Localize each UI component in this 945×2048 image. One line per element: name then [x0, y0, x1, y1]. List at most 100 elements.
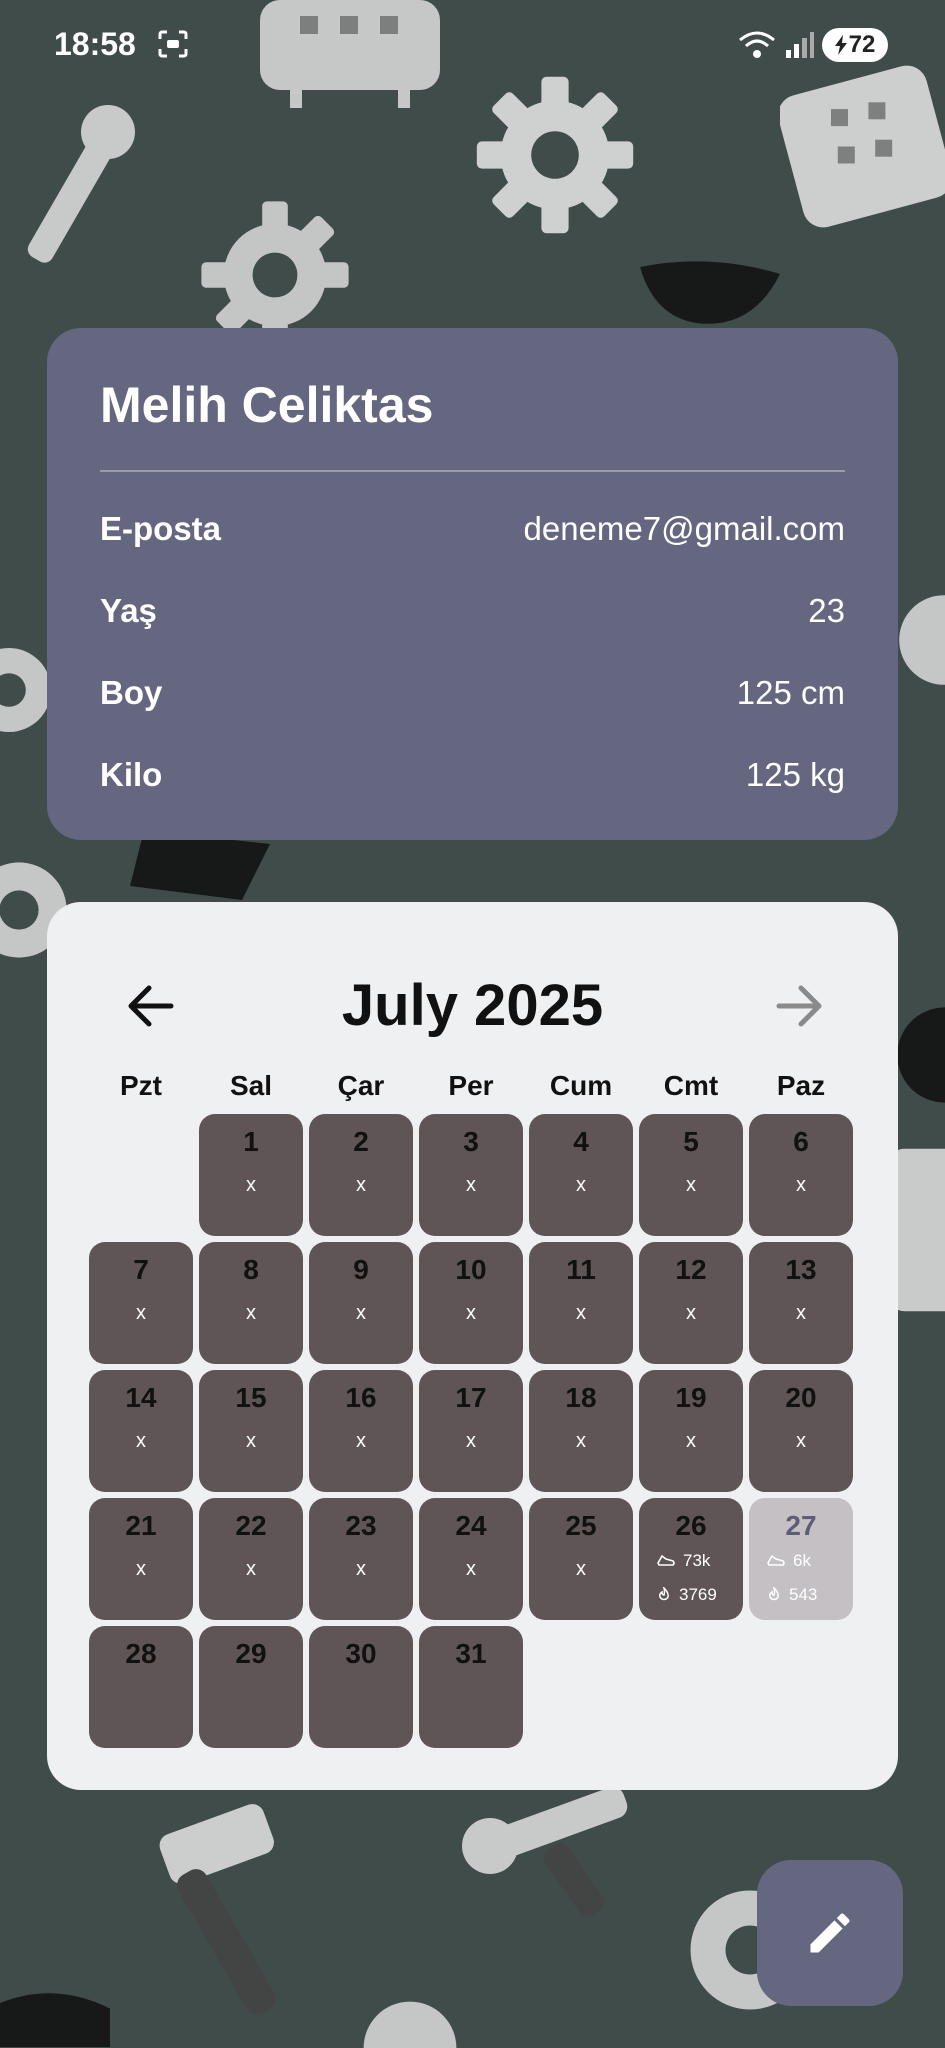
day-mark: x [576, 1174, 586, 1196]
day-number: 15 [235, 1382, 267, 1413]
shape-decoration-icon [640, 261, 780, 324]
calendar-day[interactable]: 12 x [639, 1242, 743, 1364]
calendar-day[interactable]: 14 x [89, 1370, 193, 1492]
profile-divider [100, 470, 845, 472]
day-number: 9 [353, 1254, 369, 1285]
day-mark: x [796, 1430, 806, 1452]
day-number: 11 [566, 1254, 596, 1285]
calendar-day[interactable]: 25 x [529, 1498, 633, 1620]
signal-icon [786, 32, 814, 58]
day-number: 5 [683, 1126, 699, 1157]
day-number: 22 [235, 1510, 267, 1541]
calendar-day[interactable]: 1x [199, 1114, 303, 1236]
day-number: 10 [455, 1254, 487, 1285]
battery-indicator: 72 [822, 28, 888, 62]
day-mark: x [246, 1558, 256, 1580]
day-mark: x [246, 1430, 256, 1452]
profile-row-weight: Kilo 125 kg [100, 756, 845, 800]
profile-row-height: Boy 125 cm [100, 674, 845, 718]
calendar-day[interactable]: 28 [89, 1626, 193, 1748]
day-number: 21 [125, 1510, 157, 1541]
profile-card: Melih Celiktas E-posta deneme7@gmail.com… [47, 328, 898, 840]
calendar-day[interactable]: 21 x [89, 1498, 193, 1620]
day-number: 19 [675, 1382, 707, 1413]
calendar-day[interactable]: 7x [89, 1242, 193, 1364]
calendar-day[interactable]: 23 x [309, 1498, 413, 1620]
day-mark: x [356, 1558, 366, 1580]
calendar-day[interactable]: 2x [309, 1114, 413, 1236]
weekday-label: Per [448, 1070, 494, 1101]
day-number: 20 [785, 1382, 817, 1413]
calendar-day[interactable]: 17 x [419, 1370, 523, 1492]
gear-decoration-icon [363, 2001, 457, 2048]
calendar-day[interactable]: 6x [749, 1114, 853, 1236]
day-number: 17 [455, 1382, 487, 1413]
calendar-day[interactable]: 8x [199, 1242, 303, 1364]
weekday-header: Pzt Sal Çar Per Cum Cmt Paz [89, 1070, 859, 1110]
day-number: 27 [785, 1510, 817, 1541]
calendar-day[interactable]: 16 x [309, 1370, 413, 1492]
shape-decoration-icon [130, 830, 270, 900]
calendar-day[interactable]: 11 x [529, 1242, 633, 1364]
day-mark: x [246, 1174, 256, 1196]
calendar-day[interactable]: 15 x [199, 1370, 303, 1492]
calendar-day-today[interactable]: 27 6k 543 [749, 1498, 853, 1620]
profile-row-label: E-posta [100, 510, 222, 547]
calendar-day[interactable]: 5x [639, 1114, 743, 1236]
day-number: 2 [353, 1126, 369, 1157]
day-number: 23 [345, 1510, 377, 1541]
day-calories: 3769 [657, 1584, 735, 1606]
day-number: 13 [785, 1254, 817, 1285]
calendar-day[interactable]: 19 x [639, 1370, 743, 1492]
calendar-day[interactable]: 31 [419, 1626, 523, 1748]
calendar-day[interactable]: 4x [529, 1114, 633, 1236]
battery-level: 72 [848, 31, 876, 58]
day-number: 12 [675, 1254, 707, 1285]
calendar-day[interactable]: 22 x [199, 1498, 303, 1620]
profile-row-label: Kilo [100, 756, 163, 793]
day-mark: x [796, 1302, 806, 1324]
day-steps: 6k [767, 1550, 845, 1572]
shape-decoration-icon [0, 1993, 110, 2047]
profile-row-email: E-posta deneme7@gmail.com [100, 510, 845, 554]
day-mark: x [466, 1558, 476, 1580]
screenshot-icon [158, 30, 188, 58]
calendar-day[interactable]: 30 [309, 1626, 413, 1748]
day-number: 4 [573, 1126, 589, 1157]
edit-fab-button[interactable] [757, 1860, 903, 2006]
calendar-day[interactable]: 29 [199, 1626, 303, 1748]
weekday-label: Paz [776, 1070, 826, 1101]
calendar-card: July 2025 Pzt Sal Çar Per Cum Cmt Paz 1x2x3x4x… [47, 902, 898, 1790]
day-number: 28 [125, 1638, 157, 1669]
day-mark: x [356, 1430, 366, 1452]
profile-name: Melih Celiktas [100, 377, 434, 433]
day-mark: x [356, 1302, 366, 1324]
weekday-label: Pzt [120, 1070, 162, 1101]
calendar-day[interactable]: 26 73k 3769 [639, 1498, 743, 1620]
day-calories: 543 [767, 1584, 845, 1606]
day-number: 1 [243, 1126, 259, 1157]
calendar-day[interactable]: 9x [309, 1242, 413, 1364]
next-month-arrow-icon[interactable] [769, 976, 829, 1036]
day-mark: x [686, 1174, 696, 1196]
day-number: 6 [793, 1126, 809, 1157]
shape-decoration-icon [897, 1007, 945, 1103]
steps-value: 73k [683, 1551, 711, 1570]
day-mark: x [466, 1302, 476, 1324]
calendar-day[interactable]: 20 x [749, 1370, 853, 1492]
day-number: 24 [455, 1510, 487, 1541]
day-number: 18 [565, 1382, 597, 1413]
calendar-day[interactable]: 13 x [749, 1242, 853, 1364]
calendar-day[interactable]: 3x [419, 1114, 523, 1236]
weekday-label: Cmt [663, 1070, 719, 1101]
day-number: 8 [243, 1254, 259, 1285]
day-mark: x [576, 1558, 586, 1580]
calendar-day[interactable]: 24 x [419, 1498, 523, 1620]
calendar-day[interactable]: 18 x [529, 1370, 633, 1492]
calories-value: 3769 [679, 1585, 717, 1604]
calendar-header: July 2025 [47, 972, 898, 1042]
profile-row-label: Yaş [100, 592, 157, 629]
battery-charging-icon [834, 35, 847, 55]
calendar-day[interactable]: 10 x [419, 1242, 523, 1364]
wrench-decoration-icon [27, 105, 135, 263]
